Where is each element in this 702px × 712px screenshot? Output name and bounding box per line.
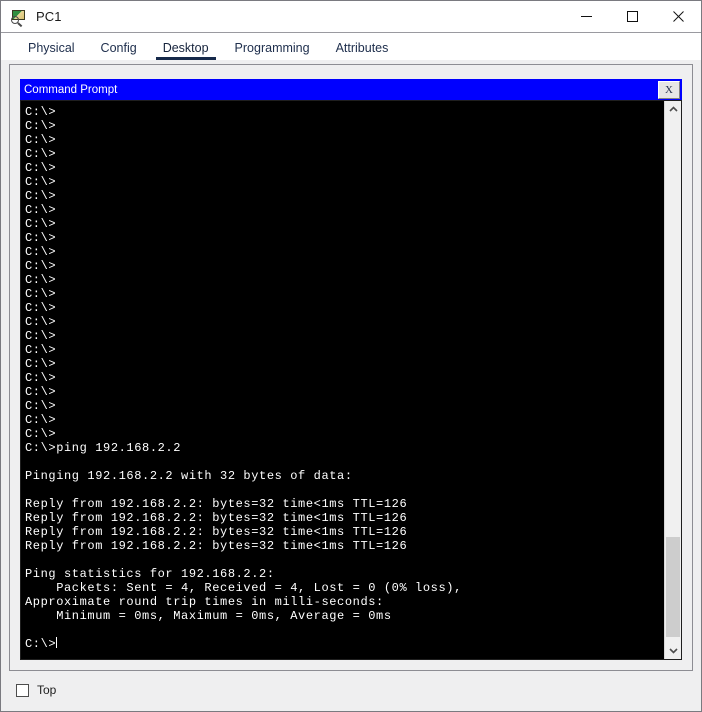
terminal-line: Reply from 192.168.2.2: bytes=32 time<1m… <box>25 525 408 539</box>
terminal-prompt-line: C:\> <box>25 637 664 651</box>
minimize-button[interactable] <box>563 1 609 32</box>
window-titlebar: PC1 <box>1 1 701 33</box>
chevron-down-icon <box>668 648 678 654</box>
terminal-line: C:\> <box>25 273 57 287</box>
command-prompt-close-button[interactable]: X <box>658 80 680 99</box>
terminal-line: Reply from 192.168.2.2: bytes=32 time<1m… <box>25 539 408 553</box>
terminal-line: Reply from 192.168.2.2: bytes=32 time<1m… <box>25 497 408 511</box>
terminal-line: C:\> <box>25 427 57 441</box>
terminal-line: C:\> <box>25 161 57 175</box>
terminal-line: C:\> <box>25 413 57 427</box>
tab-desktop[interactable]: Desktop <box>150 41 222 60</box>
tab-programming[interactable]: Programming <box>222 41 323 60</box>
terminal-cursor <box>56 637 58 648</box>
terminal-line: C:\> <box>25 357 57 371</box>
command-prompt-titlebar: Command Prompt X <box>20 79 682 100</box>
window-title: PC1 <box>36 9 62 24</box>
terminal-line: C:\> <box>25 399 57 413</box>
terminal-line: C:\> <box>25 315 57 329</box>
close-icon <box>672 11 684 22</box>
scrollbar-down-button[interactable] <box>665 642 681 659</box>
terminal-line: C:\> <box>25 105 57 119</box>
command-prompt-title: Command Prompt <box>24 83 118 96</box>
terminal-line: C:\> <box>25 217 57 231</box>
terminal-line: C:\> <box>25 329 57 343</box>
maximize-button[interactable] <box>609 1 655 32</box>
scrollbar-track[interactable] <box>665 118 681 642</box>
window-controls <box>563 1 701 32</box>
terminal-line: C:\> <box>25 287 57 301</box>
terminal-line: Approximate round trip times in milli-se… <box>25 595 384 609</box>
terminal-line: C:\>ping 192.168.2.2 <box>25 441 182 455</box>
terminal-line: C:\> <box>25 301 57 315</box>
close-button[interactable] <box>655 1 701 32</box>
terminal-line: C:\> <box>25 371 57 385</box>
tab-physical[interactable]: Physical <box>15 41 88 60</box>
desktop-tab-content: Command Prompt X C:\> C:\> C:\> C:\> C:\> C:\… <box>1 60 701 711</box>
terminal-line: C:\> <box>25 343 57 357</box>
terminal-line: C:\> <box>25 245 57 259</box>
content-panel: Command Prompt X C:\> C:\> C:\> C:\> C:\> C:\… <box>9 64 693 671</box>
scrollbar-thumb[interactable] <box>666 537 680 637</box>
terminal-output[interactable]: C:\> C:\> C:\> C:\> C:\> C:\> C:\> C:\> C:\> C:\>… <box>21 101 664 659</box>
terminal-prompt: C:\> <box>25 637 57 651</box>
scrollbar-up-button[interactable] <box>665 101 681 118</box>
terminal-line: Pinging 192.168.2.2 with 32 bytes of dat… <box>25 469 353 483</box>
top-checkbox[interactable] <box>16 683 29 697</box>
terminal-line: C:\> <box>25 385 57 399</box>
packet-tracer-pc-icon <box>10 8 28 27</box>
minimize-icon <box>580 16 592 17</box>
terminal-line: C:\> <box>25 133 57 147</box>
pc1-window: PC1 Physical Config Desktop Programming … <box>0 0 702 712</box>
terminal-line: C:\> <box>25 259 57 273</box>
terminal-line: C:\> <box>25 203 57 217</box>
terminal-line: Ping statistics for 192.168.2.2: <box>25 567 275 581</box>
tab-config[interactable]: Config <box>88 41 150 60</box>
footer-bar: Top <box>9 677 56 703</box>
device-tabs: Physical Config Desktop Programming Attr… <box>1 33 701 60</box>
top-checkbox-label: Top <box>37 683 57 697</box>
command-prompt-body: C:\> C:\> C:\> C:\> C:\> C:\> C:\> C:\> C:\> C:\>… <box>20 100 682 660</box>
terminal-line: C:\> <box>25 189 57 203</box>
terminal-line: C:\> <box>25 175 57 189</box>
terminal-line: C:\> <box>25 119 57 133</box>
chevron-up-icon <box>668 106 678 112</box>
command-prompt-window: Command Prompt X C:\> C:\> C:\> C:\> C:\> C:\… <box>20 79 682 660</box>
maximize-icon <box>626 11 638 22</box>
tab-attributes[interactable]: Attributes <box>323 41 402 60</box>
terminal-line: Packets: Sent = 4, Received = 4, Lost = … <box>25 581 462 595</box>
terminal-line: C:\> <box>25 231 57 245</box>
terminal-line: Minimum = 0ms, Maximum = 0ms, Average = … <box>25 609 392 623</box>
terminal-scrollbar[interactable] <box>664 101 681 659</box>
terminal-line: Reply from 192.168.2.2: bytes=32 time<1m… <box>25 511 408 525</box>
terminal-line: C:\> <box>25 147 57 161</box>
